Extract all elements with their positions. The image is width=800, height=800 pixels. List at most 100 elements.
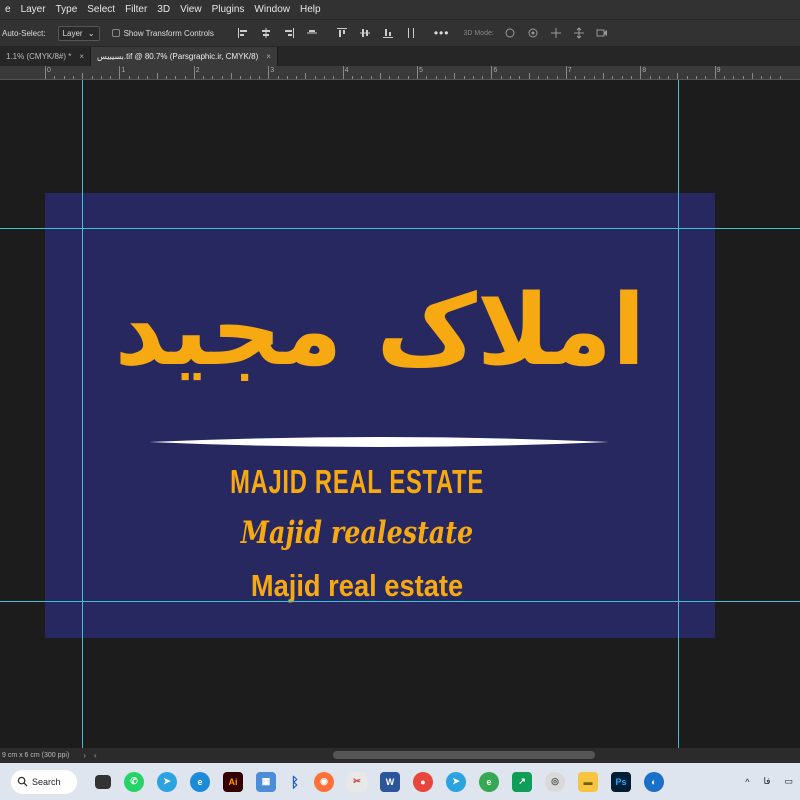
search-icon (17, 776, 28, 787)
edge-icon[interactable]: e (190, 771, 210, 792)
3d-orbit-icon[interactable] (503, 27, 517, 39)
file-explorer-icon[interactable]: ▬ (578, 771, 598, 792)
ruler-number: 6 (493, 67, 498, 74)
telegram-icon[interactable]: ➤ (157, 771, 177, 792)
menu-item-edit[interactable]: e (0, 4, 16, 15)
display-icon[interactable]: ▭ (784, 776, 793, 787)
ruler-tick (705, 76, 707, 79)
ruler-tick (184, 76, 186, 79)
menu-item-view[interactable]: View (175, 4, 207, 15)
ruler-number: 2 (195, 67, 200, 74)
ruler-number: 3 (270, 67, 275, 74)
ruler-number: 1 (121, 67, 126, 74)
ruler-tick (770, 76, 772, 79)
ruler-tick (305, 73, 307, 79)
network-app-icon[interactable]: ◐ (644, 771, 664, 792)
business-card-artboard[interactable]: املاک مجید MAJID REAL ESTATE Majid reale… (45, 193, 715, 638)
align-right-icon[interactable] (282, 27, 296, 39)
ruler-number: 9 (716, 67, 721, 74)
ruler-tick (407, 76, 409, 79)
auto-select-label: Auto-Select: (2, 28, 46, 38)
ruler-tick (110, 76, 112, 79)
show-transform-checkbox[interactable] (111, 29, 120, 37)
3d-camera-icon[interactable] (595, 27, 609, 39)
status-bar: 9 cm x 6 cm (300 ppi) › ‹ (0, 748, 800, 763)
menu-item-3d[interactable]: 3D (152, 4, 175, 15)
guide-vertical-right[interactable] (678, 80, 679, 748)
align-middle-icon[interactable] (305, 27, 319, 39)
ruler-tick (779, 76, 781, 79)
menu-item-plugins[interactable]: Plugins (207, 4, 250, 15)
guide-horizontal-top[interactable] (0, 228, 800, 229)
tab-document-1[interactable]: 1.1% (CMYK/8#) * × (0, 47, 92, 66)
firefox-icon[interactable]: ◉ (314, 771, 334, 792)
menu-item-window[interactable]: Window (249, 4, 295, 15)
align-center-icon[interactable] (259, 27, 273, 39)
snipping-tool-icon[interactable]: ✂ (347, 771, 367, 792)
align-left-icon[interactable] (236, 27, 250, 39)
ruler-tick (677, 73, 679, 79)
edge-beta-icon[interactable]: e (479, 771, 499, 792)
ruler-tick (277, 76, 279, 79)
ruler-tick (286, 76, 288, 79)
3d-roll-icon[interactable] (526, 27, 540, 39)
guide-vertical-left[interactable] (82, 80, 83, 748)
photoshop-icon[interactable]: Ps (611, 771, 631, 792)
bluetooth-icon[interactable]: ᛒ (289, 772, 301, 792)
ruler-tick (714, 66, 716, 79)
3d-slide-icon[interactable] (572, 27, 586, 39)
ruler-tick (398, 76, 400, 79)
ruler-tick (472, 76, 474, 79)
ruler-tick (751, 73, 753, 79)
whatsapp-icon[interactable]: ✆ (124, 771, 144, 792)
status-next-arrow-icon[interactable]: › (83, 751, 86, 760)
telegram-icon[interactable]: ➤ (446, 771, 466, 792)
ruler-tick (519, 76, 521, 79)
illustrator-icon[interactable]: Ai (223, 771, 243, 792)
horizontal-scrollbar[interactable] (333, 751, 595, 759)
ruler-tick (686, 76, 688, 79)
tray-chevron-up-icon[interactable]: ^ (745, 777, 749, 787)
align-vcenter-icon[interactable] (358, 27, 372, 39)
3d-mode-label: 3D Mode: (463, 29, 494, 37)
more-options-icon[interactable]: ••• (434, 26, 450, 40)
ruler-tick (454, 73, 456, 79)
auto-select-dropdown[interactable]: Layer ⌄ (57, 25, 100, 41)
ruler-tick (640, 66, 642, 79)
ruler-tick (370, 76, 372, 79)
menu-item-select[interactable]: Select (82, 4, 120, 15)
distribute-icon[interactable] (404, 27, 418, 39)
guide-horizontal-bottom[interactable] (0, 601, 800, 602)
browser-icon[interactable]: ◎ (545, 771, 565, 792)
ruler-tick (603, 73, 604, 79)
ruler-tick (231, 73, 232, 79)
menu-item-layer[interactable]: Layer (16, 4, 51, 15)
tab-document-2[interactable]: بسیبیس.tif @ 80.7% (Parsgraphic.ir, CMYK… (91, 47, 278, 66)
chrome-icon[interactable]: ● (413, 771, 433, 792)
close-icon[interactable]: × (266, 52, 271, 61)
align-bottom-icon[interactable] (381, 27, 395, 39)
taskbar-search-button[interactable]: Search (11, 769, 77, 794)
ruler-tick (63, 76, 65, 79)
ruler-tick (565, 66, 567, 79)
ruler-tick (119, 66, 121, 79)
system-tray: ^ فا ▭ (738, 776, 800, 787)
ruler-tick (249, 76, 251, 79)
task-view-icon[interactable] (95, 774, 111, 789)
horizontal-ruler[interactable]: 0 1 2 3 4 5 6 7 8 9 (0, 66, 800, 80)
close-icon[interactable]: × (79, 52, 84, 61)
options-bar: Auto-Select: Layer ⌄ Show Transform Cont… (0, 19, 800, 47)
canvas-workspace[interactable]: املاک مجید MAJID REAL ESTATE Majid reale… (0, 80, 800, 748)
scroll-left-arrow-icon[interactable]: ‹ (94, 751, 97, 760)
ruler-number: 8 (642, 67, 647, 74)
ruler-tick (333, 76, 335, 79)
store-icon[interactable]: ▦ (256, 771, 276, 792)
align-top-icon[interactable] (335, 27, 349, 39)
word-icon[interactable]: W (380, 771, 400, 792)
language-indicator[interactable]: فا (763, 776, 770, 787)
green-app-icon[interactable]: ↗ (512, 771, 532, 792)
3d-pan-icon[interactable] (549, 27, 563, 39)
menu-item-help[interactable]: Help (295, 4, 326, 15)
menu-item-type[interactable]: Type (51, 4, 83, 15)
menu-item-filter[interactable]: Filter (120, 4, 152, 15)
